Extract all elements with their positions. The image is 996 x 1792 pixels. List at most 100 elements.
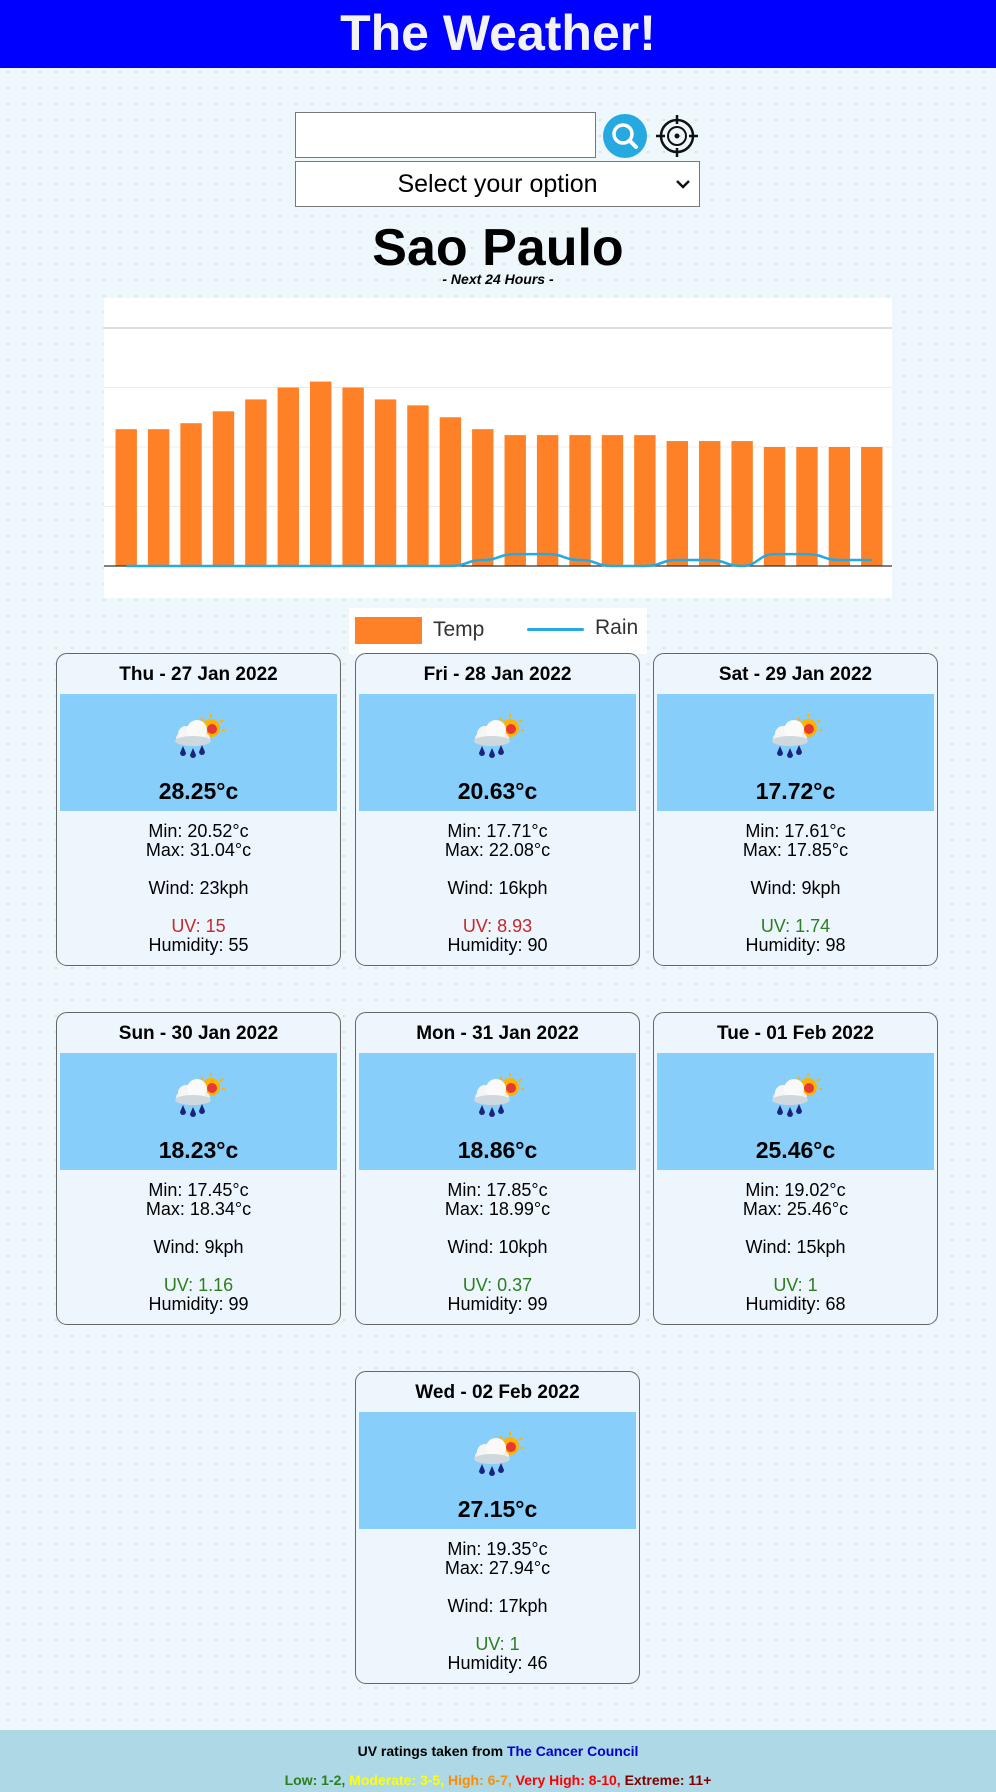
footer: UV ratings taken from The Cancer Council… <box>0 1730 996 1792</box>
card-wind: Wind: 10kph <box>447 1237 548 1257</box>
card-min: Min: 20.52°c <box>148 821 249 841</box>
legend-rain-swatch <box>527 628 584 631</box>
uv-extreme: Extreme: 11+ <box>624 1772 712 1788</box>
card-temp: 17.72°c <box>755 778 836 804</box>
card-wind: Wind: 16kph <box>447 878 548 898</box>
temp-bar <box>828 447 851 566</box>
card-uv: UV: 8.93 <box>462 916 533 936</box>
card-max: Max: 31.04°c <box>145 840 252 860</box>
uv-high: High: 6-7, <box>447 1772 516 1788</box>
temp-bar <box>439 417 462 566</box>
card-uv: UV: 1 <box>773 1275 818 1295</box>
card-max: Max: 22.08°c <box>444 840 551 860</box>
temp-bar <box>699 441 721 566</box>
card-temp: 18.23°c <box>158 1137 239 1163</box>
location-select[interactable]: Select your option <box>295 161 700 207</box>
card-banner: 18.86°c <box>359 1053 636 1170</box>
card-min: Min: 17.71°c <box>447 821 548 841</box>
card-humidity: Humidity: 68 <box>745 1294 846 1314</box>
card-date: Tue - 01 Feb 2022 <box>717 1023 874 1044</box>
search-button[interactable] <box>603 114 647 158</box>
crosshair-icon <box>656 115 698 157</box>
temp-bar <box>407 405 429 566</box>
card-uv: UV: 1.74 <box>760 916 831 936</box>
temp-bar <box>147 429 170 566</box>
card-humidity: Humidity: 90 <box>447 935 548 955</box>
city-title: Sao Paulo <box>372 219 624 277</box>
card-humidity: Humidity: 46 <box>447 1653 548 1673</box>
chart-svg <box>104 327 892 568</box>
temp-bar <box>504 435 526 566</box>
forecast-card: Wed - 02 Feb 2022 27.15°c Min: 19.35°c Max:… <box>355 1371 640 1684</box>
card-banner: 20.63°c <box>359 694 636 811</box>
card-uv: UV: 1.16 <box>163 1275 234 1295</box>
rain-sun-icon <box>772 1073 822 1117</box>
card-banner: 28.25°c <box>60 694 337 811</box>
forecast-chart <box>104 298 892 598</box>
temp-bar <box>666 441 688 566</box>
card-date: Sat - 29 Jan 2022 <box>718 664 873 685</box>
cancer-council-link[interactable]: The Cancer Council <box>507 1743 638 1759</box>
card-humidity: Humidity: 98 <box>745 935 846 955</box>
card-wind: Wind: 9kph <box>750 878 841 898</box>
card-humidity: Humidity: 55 <box>148 935 249 955</box>
card-temp: 27.15°c <box>457 1496 538 1522</box>
card-banner: 17.72°c <box>657 694 934 811</box>
uv-moderate: Moderate: 3-5, <box>349 1772 448 1788</box>
uv-scale: Low: 1-2, Moderate: 3-5, High: 6-7, Very… <box>0 1772 996 1788</box>
temp-bar <box>861 447 883 566</box>
rain-sun-icon <box>474 714 524 758</box>
chart-legend: Temp Rain <box>349 608 647 654</box>
card-uv: UV: 15 <box>171 916 226 936</box>
chevron-down-icon <box>676 180 690 189</box>
rain-line <box>126 552 872 568</box>
rain-sun-icon <box>474 1432 524 1476</box>
card-humidity: Humidity: 99 <box>447 1294 548 1314</box>
card-max: Max: 18.99°c <box>444 1199 551 1219</box>
select-label: Select your option <box>397 170 598 198</box>
search-input[interactable] <box>295 112 596 158</box>
temp-bar <box>763 447 786 566</box>
temp-bar <box>180 423 202 566</box>
card-min: Min: 17.61°c <box>745 821 846 841</box>
temp-bar <box>245 399 267 566</box>
card-min: Min: 19.35°c <box>447 1539 548 1559</box>
legend-rain-label: Rain <box>595 616 639 639</box>
card-uv: UV: 0.37 <box>462 1275 533 1295</box>
card-max: Max: 17.85°c <box>742 840 849 860</box>
page-header: The Weather! <box>0 0 996 68</box>
temp-bar <box>310 381 332 566</box>
temp-bar <box>212 411 235 566</box>
temp-bar <box>601 435 624 566</box>
search-icon <box>612 123 638 149</box>
rain-sun-icon <box>474 1073 524 1117</box>
card-date: Sun - 30 Jan 2022 <box>118 1023 279 1044</box>
forecast-card: Fri - 28 Jan 2022 20.63°c Min: 17.71°c Max:… <box>355 653 640 966</box>
temp-bar <box>569 435 591 566</box>
uv-low: Low: 1-2, <box>284 1772 350 1788</box>
card-max: Max: 25.46°c <box>742 1199 849 1219</box>
card-banner: 25.46°c <box>657 1053 934 1170</box>
card-date: Mon - 31 Jan 2022 <box>416 1023 579 1044</box>
temp-bar <box>115 429 137 566</box>
card-temp: 25.46°c <box>755 1137 836 1163</box>
card-temp: 20.63°c <box>457 778 538 804</box>
app-title: The Weather! <box>340 5 656 61</box>
rain-sun-icon <box>772 714 822 758</box>
forecast-card: Mon - 31 Jan 2022 18.86°c Min: 17.85°c Max:… <box>355 1012 640 1325</box>
forecast-card: Sat - 29 Jan 2022 17.72°c Min: 17.61°c Max:… <box>653 653 938 966</box>
card-wind: Wind: 17kph <box>447 1596 548 1616</box>
card-wind: Wind: 23kph <box>148 878 249 898</box>
temp-bar <box>277 387 299 566</box>
card-max: Max: 18.34°c <box>145 1199 252 1219</box>
card-temp: 28.25°c <box>158 778 239 804</box>
card-date: Fri - 28 Jan 2022 <box>423 664 572 685</box>
card-min: Min: 19.02°c <box>745 1180 846 1200</box>
rain-sun-icon <box>175 714 225 758</box>
temp-bar <box>634 435 656 566</box>
temp-bar <box>374 399 397 566</box>
forecast-card: Tue - 01 Feb 2022 25.46°c Min: 19.02°c Max:… <box>653 1012 938 1325</box>
card-date: Wed - 02 Feb 2022 <box>415 1382 580 1403</box>
locate-button[interactable] <box>655 114 699 158</box>
card-temp: 18.86°c <box>457 1137 538 1163</box>
